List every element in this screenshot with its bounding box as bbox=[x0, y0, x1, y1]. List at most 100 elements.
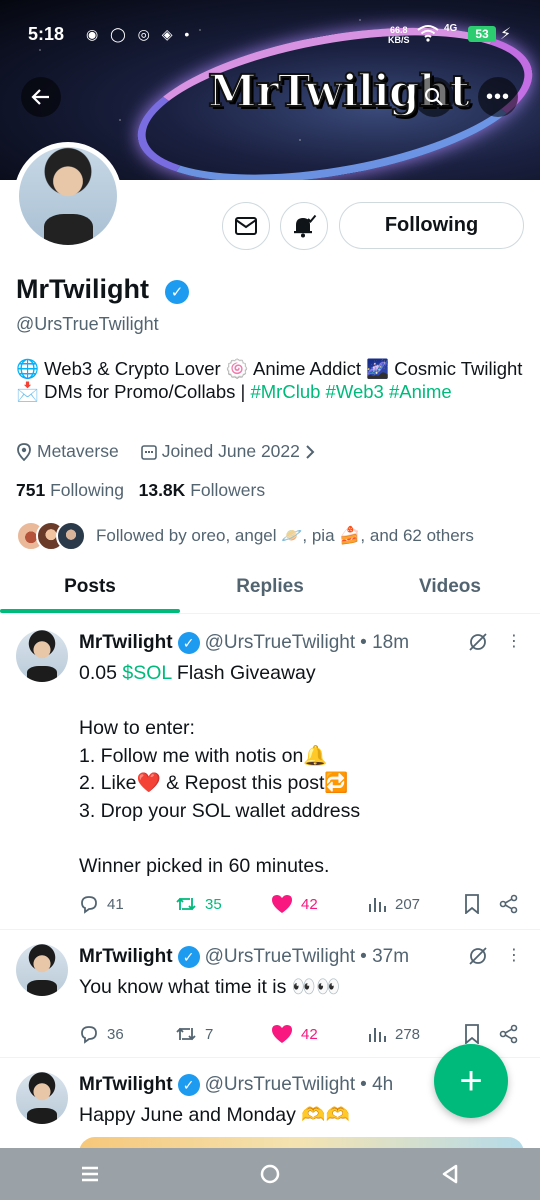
post-author-handle: @UrsTrueTwilight bbox=[204, 632, 356, 653]
reply-icon bbox=[81, 1026, 97, 1044]
tab-posts[interactable]: Posts bbox=[0, 560, 180, 613]
message-button[interactable] bbox=[222, 202, 270, 250]
tab-replies[interactable]: Replies bbox=[180, 560, 360, 613]
grok-icon[interactable] bbox=[468, 946, 488, 966]
status-time: 5:18 bbox=[28, 24, 65, 44]
post-avatar[interactable] bbox=[16, 630, 68, 682]
verified-badge-icon: ✓ bbox=[165, 280, 189, 304]
post-actions: 41 35 42 207 bbox=[79, 894, 525, 914]
search-button[interactable] bbox=[414, 77, 454, 117]
bookmark-icon bbox=[465, 1024, 479, 1044]
post-time: • 4h bbox=[360, 1074, 394, 1095]
share-button[interactable] bbox=[499, 1024, 519, 1044]
reply-count: 41 bbox=[107, 895, 124, 913]
location: Metaverse bbox=[16, 441, 119, 462]
bio-hashtag[interactable]: #Anime bbox=[389, 381, 452, 402]
post-author-name[interactable]: MrTwilight bbox=[79, 632, 173, 654]
post-avatar[interactable] bbox=[16, 944, 68, 996]
followed-by-text: Followed by oreo, angel 🪐, pia 🍰, and 62… bbox=[96, 526, 474, 545]
post-text: You know what time it is 👀👀 bbox=[79, 976, 341, 998]
post-author-name[interactable]: MrTwilight bbox=[79, 1074, 173, 1096]
heart-filled-icon bbox=[272, 895, 292, 913]
bio-hashtag[interactable]: #Web3 bbox=[326, 381, 384, 402]
post-avatar[interactable] bbox=[16, 1072, 68, 1124]
recents-icon[interactable] bbox=[60, 1164, 120, 1184]
back-nav-icon[interactable] bbox=[420, 1163, 480, 1185]
joined-date[interactable]: Joined June 2022 bbox=[140, 441, 315, 462]
post-text-rest: Flash Giveaway How to enter: 1. Follow m… bbox=[79, 662, 361, 877]
post-text-prefix: 0.05 bbox=[79, 662, 123, 684]
followers-label: Followers bbox=[190, 480, 266, 500]
views-button[interactable]: 207 bbox=[367, 894, 463, 914]
repost-count: 35 bbox=[205, 895, 222, 913]
followers-count: 13.8K bbox=[138, 480, 186, 500]
back-button[interactable] bbox=[21, 77, 61, 117]
post-header: MrTwilight ✓ @UrsTrueTwilight • 37m bbox=[79, 946, 409, 968]
following-link[interactable]: 751 Following bbox=[16, 480, 124, 500]
post-author-name[interactable]: MrTwilight bbox=[79, 946, 173, 968]
calendar-icon bbox=[140, 444, 157, 460]
view-count: 207 bbox=[395, 895, 421, 913]
share-button[interactable] bbox=[499, 894, 519, 914]
avatar-image bbox=[19, 147, 117, 245]
bookmark-button[interactable] bbox=[463, 894, 499, 914]
post-text: 0.05 $SOL Flash Giveaway How to enter: 1… bbox=[79, 660, 519, 880]
home-icon[interactable] bbox=[240, 1163, 300, 1185]
share-icon bbox=[499, 1024, 518, 1044]
notification-icons: ◉ ◯ ◎ ◈ • bbox=[86, 26, 194, 42]
search-icon bbox=[425, 88, 443, 106]
post-tools: ⋮ bbox=[468, 946, 522, 966]
network-rate: 66.8 KB/S bbox=[388, 25, 410, 45]
status-bar: 5:18 ◉ ◯ ◎ ◈ • 66.8 KB/S 4G 53 ⚡ bbox=[0, 20, 540, 50]
tab-videos[interactable]: Videos bbox=[360, 560, 540, 613]
repost-button[interactable]: 35 bbox=[175, 894, 271, 914]
post-actions: 36 7 42 278 bbox=[79, 1024, 525, 1044]
compose-post-button[interactable]: + bbox=[434, 1044, 508, 1118]
post-more-icon[interactable]: ⋮ bbox=[506, 632, 522, 652]
profile-avatar[interactable] bbox=[14, 142, 122, 250]
post-tools: ⋮ bbox=[468, 632, 522, 652]
follow-counts: 751 Following 13.8K Followers bbox=[16, 480, 265, 501]
post-more-icon[interactable]: ⋮ bbox=[506, 946, 522, 966]
more-options-button[interactable]: ••• bbox=[478, 77, 518, 117]
follower-avatar bbox=[56, 521, 86, 551]
views-icon bbox=[369, 898, 386, 912]
followers-link[interactable]: 13.8K Followers bbox=[139, 480, 265, 500]
following-button[interactable]: Following bbox=[339, 202, 524, 249]
cashtag-link[interactable]: $SOL bbox=[122, 662, 171, 684]
post-time: • 37m bbox=[360, 946, 410, 967]
grok-icon[interactable] bbox=[468, 632, 488, 652]
views-button[interactable]: 278 bbox=[367, 1024, 463, 1044]
more-horizontal-icon: ••• bbox=[485, 85, 510, 108]
following-count: 751 bbox=[16, 480, 46, 500]
reply-icon bbox=[81, 896, 97, 914]
location-pin-icon bbox=[17, 442, 31, 461]
bookmark-button[interactable] bbox=[463, 1024, 499, 1044]
charging-icon: ⚡ bbox=[500, 26, 512, 43]
post-header: MrTwilight ✓ @UrsTrueTwilight • 4h bbox=[79, 1074, 393, 1096]
repost-button[interactable]: 7 bbox=[175, 1024, 271, 1044]
repost-icon bbox=[176, 897, 196, 911]
verified-badge-icon: ✓ bbox=[177, 632, 200, 654]
like-button[interactable]: 42 bbox=[271, 1024, 367, 1044]
like-count: 42 bbox=[301, 1025, 318, 1043]
followed-by-row[interactable]: Followed by oreo, angel 🪐, pia 🍰, and 62… bbox=[16, 520, 474, 552]
reply-button[interactable]: 36 bbox=[79, 1024, 175, 1044]
bell-check-icon bbox=[294, 214, 317, 238]
like-button[interactable]: 42 bbox=[271, 894, 367, 914]
chevron-right-icon bbox=[306, 444, 315, 459]
post-time: • 18m bbox=[360, 632, 410, 653]
repost-count: 7 bbox=[205, 1025, 214, 1043]
post-item[interactable]: MrTwilight ✓ @UrsTrueTwilight • 18m ⋮ 0.… bbox=[0, 616, 540, 930]
network-rate-value: 66.8 bbox=[389, 25, 408, 35]
views-icon bbox=[369, 1028, 386, 1042]
notifications-button[interactable] bbox=[280, 202, 328, 250]
reply-button[interactable]: 41 bbox=[79, 894, 175, 914]
post-author-handle: @UrsTrueTwilight bbox=[204, 946, 356, 967]
post-header: MrTwilight ✓ @UrsTrueTwilight • 18m bbox=[79, 632, 409, 654]
verified-badge-icon: ✓ bbox=[177, 946, 200, 968]
post-item[interactable]: MrTwilight ✓ @UrsTrueTwilight • 37m ⋮ Yo… bbox=[0, 930, 540, 1058]
bio-hashtag[interactable]: #MrClub bbox=[250, 381, 320, 402]
profile-display-name: MrTwilight bbox=[16, 274, 149, 304]
battery-icon: 53 bbox=[468, 26, 496, 42]
